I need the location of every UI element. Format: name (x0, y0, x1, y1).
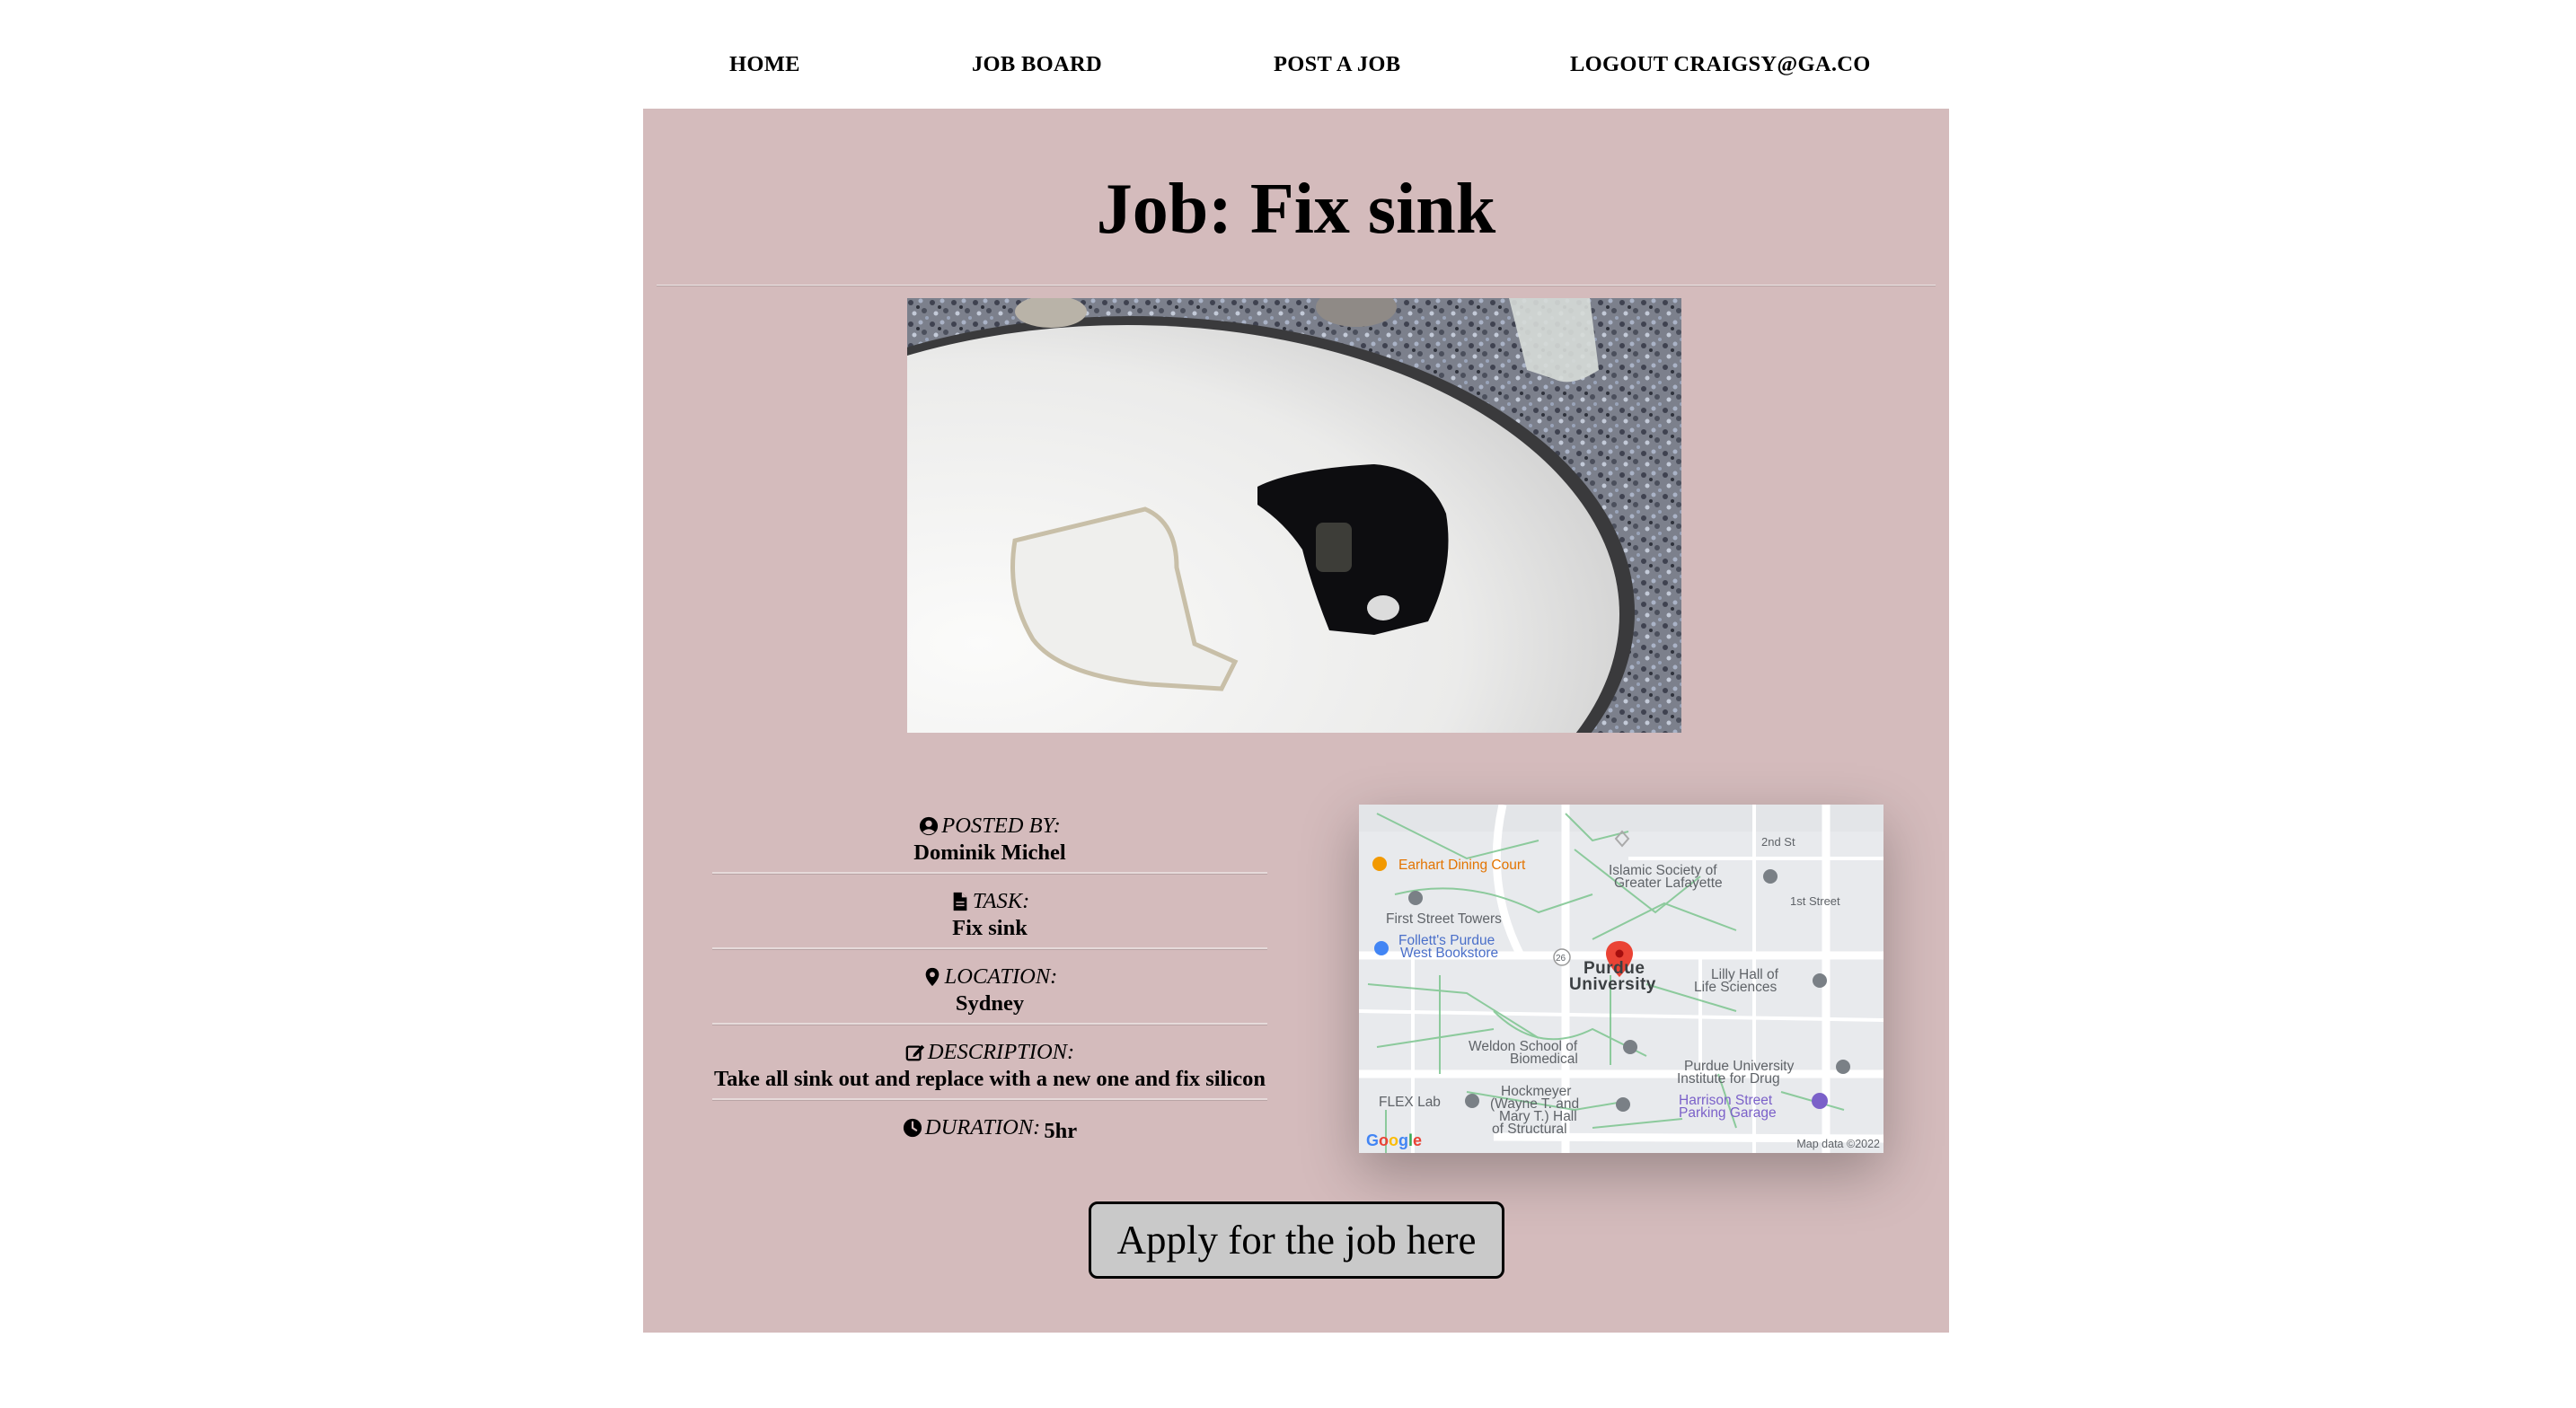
clock-icon (903, 1118, 922, 1138)
map-label-flex: FLEX Lab (1379, 1095, 1441, 1110)
map-label-pu-inst-2: Institute for Drug (1677, 1071, 1780, 1087)
posted-by-label: POSTED BY: (941, 814, 1061, 838)
map-marker-icon (925, 967, 939, 987)
map-label-weldon-2: Biomedical (1510, 1052, 1578, 1067)
location-map[interactable]: Earhart Dining Court Islamic Society of … (1359, 805, 1883, 1153)
google-logo: Google (1366, 1131, 1423, 1149)
top-nav: HOME JOB BOARD POST A JOB LOGOUT CRAIGSY… (0, 0, 2576, 108)
map-label-first-towers: First Street Towers (1386, 911, 1502, 927)
file-icon (953, 892, 967, 911)
nav-job-board-link[interactable]: JOB BOARD (972, 52, 1102, 77)
posted-by-value: Dominik Michel (913, 840, 1066, 865)
job-photo (907, 298, 1681, 733)
posted-by-row: POSTED BY: Dominik Michel (712, 809, 1267, 874)
location-value: Sydney (955, 991, 1025, 1016)
map-credit: Map data ©2022 (1796, 1138, 1880, 1150)
user-circle-icon (920, 816, 939, 836)
map-label-purdue-2: University (1569, 975, 1656, 994)
nav-home-link[interactable]: HOME (729, 52, 800, 77)
broken-sink-image (907, 298, 1681, 733)
map-label-islamic-2: Greater Lafayette (1614, 876, 1723, 891)
job-card: Job: Fix sink POSTED BY: Dominik Michel … (643, 109, 1949, 1333)
task-row: TASK: Fix sink (712, 884, 1267, 949)
map-label-hock-4: of Structural (1492, 1122, 1567, 1137)
task-label: TASK: (972, 889, 1030, 913)
nav-logout-link[interactable]: LOGOUT CRAIGSY@GA.CO (1570, 52, 1871, 77)
description-label: DESCRIPTION: (927, 1040, 1075, 1064)
job-details: POSTED BY: Dominik Michel TASK: Fix sink… (712, 809, 1267, 1186)
duration-row: DURATION: 5hr (712, 1111, 1267, 1175)
map-label-lilly-2: Life Sciences (1694, 980, 1778, 995)
nav-post-job-link[interactable]: POST A JOB (1274, 52, 1400, 77)
map-label-1st-st: 1st Street (1790, 894, 1840, 908)
location-label: LOCATION: (944, 964, 1058, 989)
description-value: Take all sink out and replace with a new… (714, 1067, 1266, 1091)
edit-icon (905, 1044, 924, 1061)
duration-label: DURATION: (924, 1115, 1041, 1140)
map-label-route: 26 (1556, 954, 1566, 964)
map-label-harrison-2: Parking Garage (1679, 1105, 1777, 1121)
task-value: Fix sink (952, 916, 1028, 940)
map-label-2nd-st: 2nd St (1761, 835, 1795, 849)
map-label-earhart: Earhart Dining Court (1398, 858, 1526, 873)
location-row: LOCATION: Sydney (712, 960, 1267, 1025)
page-title: Job: Fix sink (1096, 170, 1496, 249)
apply-button[interactable]: Apply for the job here (1089, 1201, 1504, 1279)
map-label-folletts-2: West Bookstore (1400, 946, 1499, 961)
description-row: DESCRIPTION: Take all sink out and repla… (712, 1035, 1267, 1100)
duration-value: 5hr (1044, 1119, 1078, 1143)
title-divider (657, 285, 1936, 286)
